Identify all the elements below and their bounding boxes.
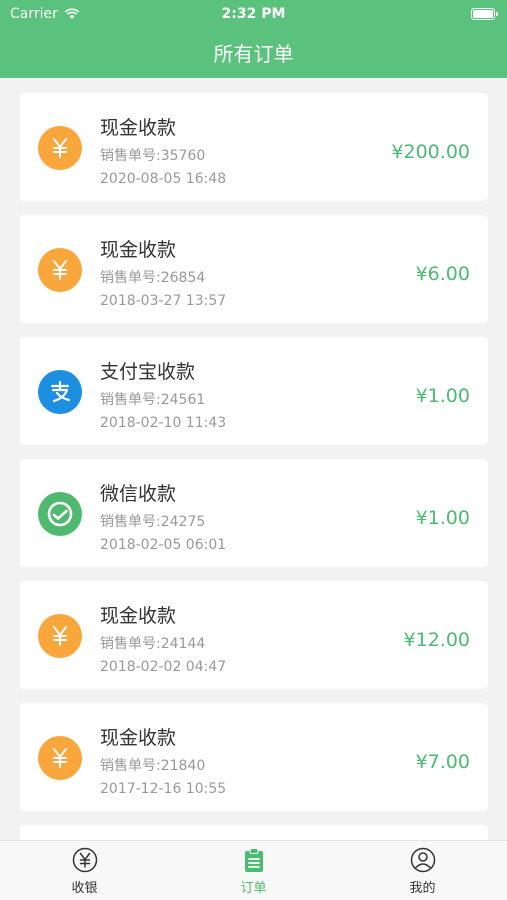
order-amount: ¥1.00 bbox=[415, 507, 470, 529]
status-bar: Carrier 2:32 PM bbox=[0, 0, 507, 28]
tab-bar: 收银 订单 我的 bbox=[0, 840, 507, 900]
order-time: 2017-12-16 10:55 bbox=[100, 781, 227, 797]
order-time: 2018-03-27 13:57 bbox=[100, 293, 227, 309]
order-number: 销售单号:21840 bbox=[100, 758, 206, 774]
tab-label: 订单 bbox=[240, 881, 267, 896]
order-title: 现金收款 bbox=[100, 117, 177, 139]
order-title: 现金收款 bbox=[100, 239, 177, 261]
order-title: 微信收款 bbox=[100, 483, 177, 505]
order-number: 销售单号:24144 bbox=[100, 636, 206, 652]
battery-icon bbox=[471, 8, 498, 20]
yen-circle-icon bbox=[72, 847, 97, 873]
order-amount: ¥200.00 bbox=[391, 141, 470, 163]
order-card[interactable]: 微信收款 销售单号:24275 2018-02-05 06:01 ¥1.00 bbox=[20, 459, 488, 567]
wechat-pay-icon bbox=[38, 492, 82, 536]
order-title: 现金收款 bbox=[100, 605, 177, 627]
order-number: 销售单号:35760 bbox=[100, 148, 206, 164]
tab-profile[interactable]: 我的 bbox=[338, 841, 507, 900]
tab-cashier[interactable]: 收银 bbox=[0, 841, 169, 900]
order-title: 支付宝收款 bbox=[100, 361, 196, 383]
order-list[interactable]: 现金收款 销售单号:35760 2020-08-05 16:48 ¥200.00… bbox=[0, 78, 507, 840]
order-title: 现金收款 bbox=[100, 727, 177, 749]
user-icon bbox=[410, 847, 435, 873]
page-title: 所有订单 bbox=[213, 42, 294, 66]
order-card[interactable]: 现金收款 销售单号:24144 2018-02-02 04:47 ¥12.00 bbox=[20, 581, 488, 689]
order-amount: ¥7.00 bbox=[415, 751, 470, 773]
order-amount: ¥12.00 bbox=[403, 629, 470, 651]
order-card[interactable]: 现金收款 销售单号:21840 2017-12-16 10:55 ¥7.00 bbox=[20, 703, 488, 811]
yen-icon bbox=[38, 248, 82, 292]
order-time: 2018-02-02 04:47 bbox=[100, 659, 227, 675]
yen-icon bbox=[38, 614, 82, 658]
order-number: 销售单号:26854 bbox=[100, 270, 206, 286]
yen-icon bbox=[38, 126, 82, 170]
status-time: 2:32 PM bbox=[221, 6, 286, 22]
order-amount: ¥1.00 bbox=[415, 385, 470, 407]
order-time: 2020-08-05 16:48 bbox=[100, 171, 227, 187]
tab-orders[interactable]: 订单 bbox=[169, 841, 338, 900]
order-card-partial[interactable] bbox=[20, 825, 488, 840]
clipboard-icon bbox=[244, 848, 263, 872]
tab-label: 我的 bbox=[409, 881, 436, 896]
order-card[interactable]: 支付宝收款 销售单号:24561 2018-02-10 11:43 ¥1.00 bbox=[20, 337, 488, 445]
order-time: 2018-02-05 06:01 bbox=[100, 537, 227, 553]
order-card[interactable]: 现金收款 销售单号:26854 2018-03-27 13:57 ¥6.00 bbox=[20, 215, 488, 323]
order-card[interactable]: 现金收款 销售单号:35760 2020-08-05 16:48 ¥200.00 bbox=[20, 93, 488, 201]
order-number: 销售单号:24275 bbox=[100, 514, 206, 530]
app-header: Carrier 2:32 PM 所有订单 bbox=[0, 0, 507, 78]
yen-icon bbox=[38, 736, 82, 780]
order-amount: ¥6.00 bbox=[415, 263, 470, 285]
order-time: 2018-02-10 11:43 bbox=[100, 415, 227, 431]
tab-label: 收银 bbox=[71, 881, 98, 896]
order-number: 销售单号:24561 bbox=[100, 392, 206, 408]
alipay-icon bbox=[38, 370, 82, 414]
